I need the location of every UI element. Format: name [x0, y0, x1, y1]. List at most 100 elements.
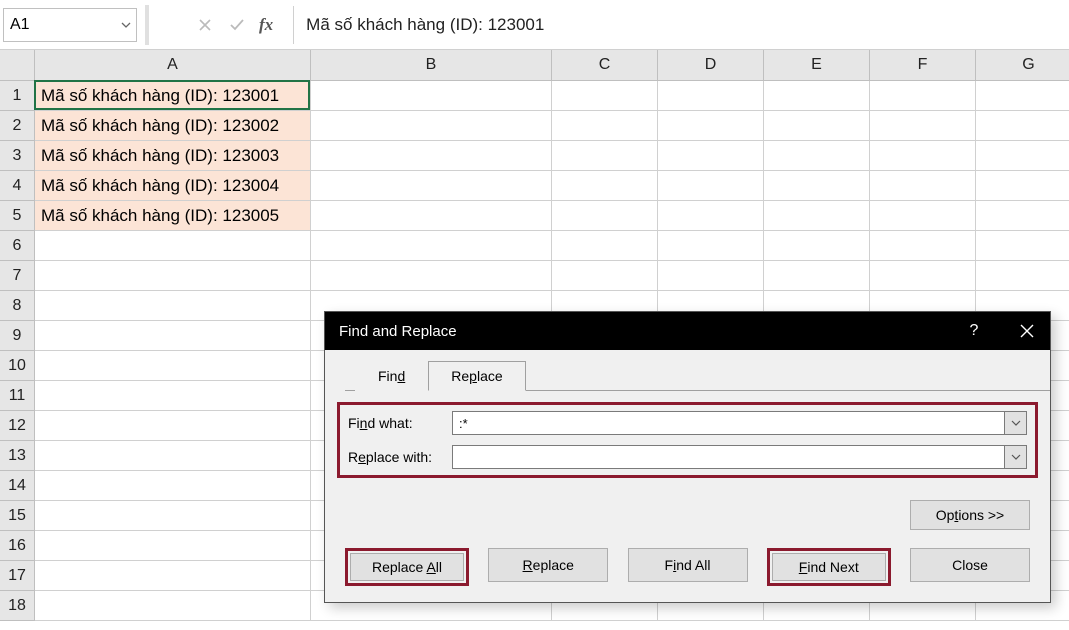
row-header[interactable]: 5 [0, 201, 35, 231]
cell[interactable] [35, 471, 311, 501]
cell[interactable] [35, 591, 311, 621]
column-header[interactable]: B [311, 50, 552, 81]
cell[interactable] [35, 561, 311, 591]
find-dropdown-icon[interactable] [1005, 411, 1027, 435]
cell[interactable] [35, 291, 311, 321]
cell[interactable] [311, 261, 552, 291]
row-header[interactable]: 2 [0, 111, 35, 141]
cell[interactable] [311, 141, 552, 171]
cell[interactable] [35, 531, 311, 561]
column-header[interactable]: E [764, 50, 870, 81]
find-all-button[interactable]: Find All [628, 548, 748, 582]
row-header[interactable]: 3 [0, 141, 35, 171]
cell[interactable] [311, 111, 552, 141]
cell[interactable] [311, 81, 552, 111]
help-button[interactable]: ? [944, 312, 1004, 350]
cell[interactable]: Mã số khách hàng (ID): 123001 [35, 81, 311, 111]
cell[interactable] [764, 81, 870, 111]
close-icon[interactable] [1004, 312, 1050, 350]
row-header[interactable]: 6 [0, 231, 35, 261]
cell[interactable] [552, 261, 658, 291]
cell[interactable] [35, 411, 311, 441]
replace-button[interactable]: Replace [488, 548, 608, 582]
cell[interactable] [764, 171, 870, 201]
cell[interactable] [764, 231, 870, 261]
cell[interactable] [552, 141, 658, 171]
cell[interactable]: Mã số khách hàng (ID): 123002 [35, 111, 311, 141]
replace-with-input[interactable] [452, 445, 1005, 469]
replace-all-button[interactable]: Replace All [350, 553, 464, 581]
cancel-edit-icon[interactable] [189, 9, 221, 41]
row-header[interactable]: 8 [0, 291, 35, 321]
cell[interactable] [658, 81, 764, 111]
row-header[interactable]: 15 [0, 501, 35, 531]
cell[interactable] [552, 81, 658, 111]
cell[interactable] [976, 111, 1069, 141]
row-header[interactable]: 18 [0, 591, 35, 621]
column-header[interactable]: F [870, 50, 976, 81]
cell[interactable] [976, 201, 1069, 231]
formula-bar-text[interactable]: Mã số khách hàng (ID): 123001 [306, 15, 544, 35]
row-header[interactable]: 11 [0, 381, 35, 411]
column-header[interactable]: D [658, 50, 764, 81]
cell[interactable] [35, 231, 311, 261]
fx-icon[interactable]: fx [253, 15, 293, 35]
name-box[interactable]: A1 [3, 8, 137, 42]
tab-find[interactable]: Find [355, 361, 428, 391]
cell[interactable] [764, 201, 870, 231]
cell[interactable] [976, 171, 1069, 201]
row-header[interactable]: 17 [0, 561, 35, 591]
row-header[interactable]: 7 [0, 261, 35, 291]
cell[interactable] [976, 81, 1069, 111]
column-header[interactable]: G [976, 50, 1069, 81]
cell[interactable] [658, 231, 764, 261]
cell[interactable] [552, 111, 658, 141]
cell[interactable] [658, 261, 764, 291]
cell[interactable] [976, 141, 1069, 171]
cell[interactable] [552, 231, 658, 261]
dialog-title-bar[interactable]: Find and Replace ? [325, 312, 1050, 350]
cell[interactable] [35, 381, 311, 411]
cell[interactable]: Mã số khách hàng (ID): 123004 [35, 171, 311, 201]
cell[interactable] [311, 201, 552, 231]
cell[interactable] [35, 321, 311, 351]
cell[interactable] [870, 111, 976, 141]
cell[interactable] [552, 171, 658, 201]
cell[interactable] [764, 261, 870, 291]
cell[interactable] [35, 351, 311, 381]
cell[interactable] [976, 261, 1069, 291]
row-header[interactable]: 4 [0, 171, 35, 201]
cell[interactable] [658, 111, 764, 141]
close-button[interactable]: Close [910, 548, 1030, 582]
cell[interactable] [870, 201, 976, 231]
cell[interactable] [35, 501, 311, 531]
confirm-edit-icon[interactable] [221, 9, 253, 41]
cell[interactable] [870, 81, 976, 111]
cell[interactable] [35, 441, 311, 471]
replace-dropdown-icon[interactable] [1005, 445, 1027, 469]
column-header[interactable]: A [35, 50, 311, 81]
cell[interactable] [870, 141, 976, 171]
row-header[interactable]: 12 [0, 411, 35, 441]
cell[interactable] [311, 231, 552, 261]
row-header[interactable]: 1 [0, 81, 35, 111]
cell[interactable] [311, 171, 552, 201]
row-header[interactable]: 16 [0, 531, 35, 561]
cell[interactable] [870, 231, 976, 261]
select-all-corner[interactable] [0, 50, 35, 81]
cell[interactable] [35, 261, 311, 291]
row-header[interactable]: 13 [0, 441, 35, 471]
column-header[interactable]: C [552, 50, 658, 81]
cell[interactable] [658, 201, 764, 231]
cell[interactable]: Mã số khách hàng (ID): 123005 [35, 201, 311, 231]
cell[interactable] [764, 111, 870, 141]
tab-replace[interactable]: Replace [428, 361, 525, 391]
cell[interactable]: Mã số khách hàng (ID): 123003 [35, 141, 311, 171]
cell[interactable] [870, 171, 976, 201]
cell[interactable] [658, 141, 764, 171]
cell[interactable] [764, 141, 870, 171]
row-header[interactable]: 10 [0, 351, 35, 381]
name-box-dropdown-icon[interactable] [120, 19, 132, 31]
cell[interactable] [976, 231, 1069, 261]
find-next-button[interactable]: Find Next [772, 553, 886, 581]
